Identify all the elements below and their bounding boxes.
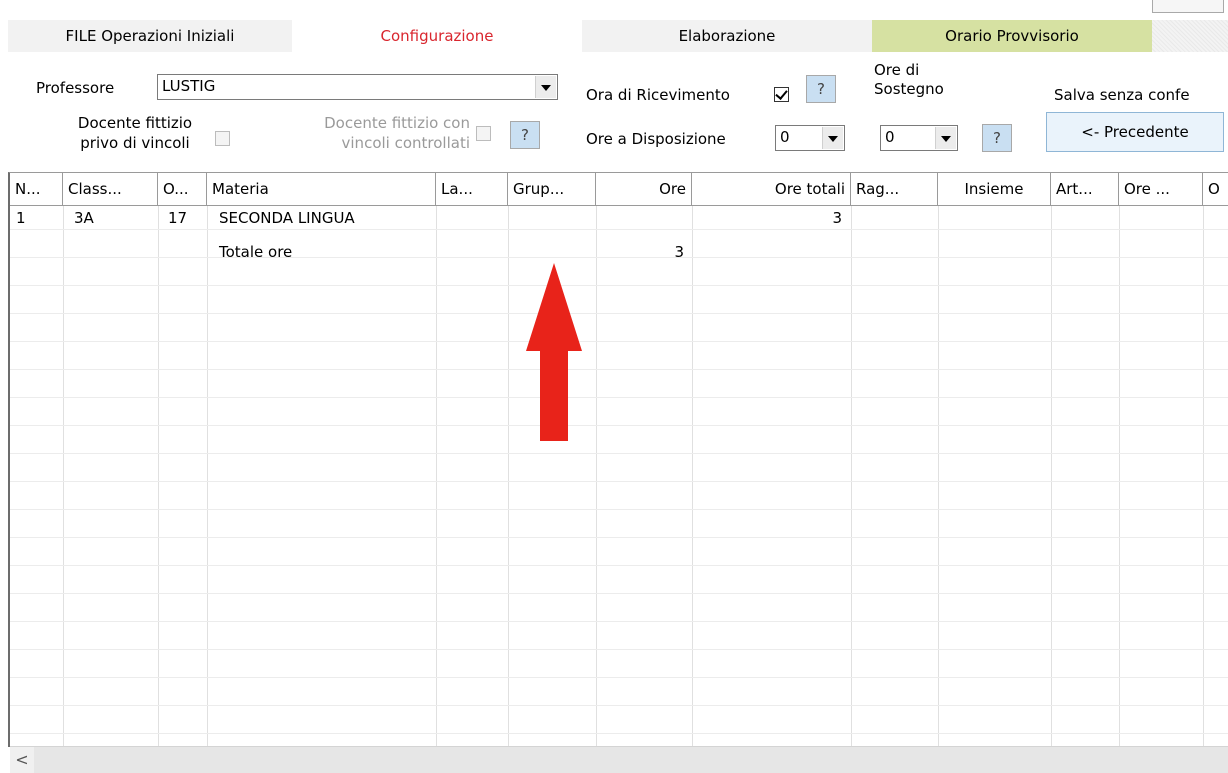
docente-fittizio-checkbox[interactable]	[215, 131, 230, 146]
grid-col-line	[1203, 206, 1204, 747]
col-header-la[interactable]: La...	[436, 173, 508, 205]
tab-orario-provvisorio[interactable]: Orario Provvisorio	[872, 20, 1152, 52]
help-button-ricevimento[interactable]: ?	[806, 75, 836, 103]
grid-header: N... Class... O... Materia La... Grup...…	[10, 173, 1228, 206]
ora-ricevimento-label: Ora di Ricevimento	[586, 86, 730, 104]
help-button-docente[interactable]: ?	[510, 121, 540, 149]
grid-row-line	[10, 621, 1228, 622]
tab-elaborazione[interactable]: Elaborazione	[582, 20, 872, 52]
grid-row-line	[10, 285, 1228, 286]
grid-row-line	[10, 481, 1228, 482]
check-icon	[775, 87, 788, 100]
col-header-materia[interactable]: Materia	[207, 173, 436, 205]
col-header-ore-totali[interactable]: Ore totali	[692, 173, 851, 205]
professore-label: Professore	[36, 79, 115, 97]
horizontal-scrollbar[interactable]: <	[10, 746, 1228, 773]
grid-col-line	[938, 206, 939, 747]
cell-materia-totale[interactable]: Totale ore	[219, 241, 292, 263]
grid-col-line	[436, 206, 437, 747]
grid-row-line	[10, 369, 1228, 370]
docente-fittizio-label: Docente fittizio privo di vincoli	[77, 114, 193, 152]
red-up-arrow-icon	[526, 263, 582, 441]
col-header-ore-more[interactable]: Ore ...	[1119, 173, 1203, 205]
professore-value: LUSTIG	[162, 77, 216, 95]
docente-fittizio-con-label: Docente fittizio con vincoli controllati	[324, 114, 470, 152]
grid-col-line	[692, 206, 693, 747]
cell-o[interactable]: 17	[168, 207, 187, 229]
grid-row-line	[10, 565, 1228, 566]
tab-file-operazioni[interactable]: FILE Operazioni Iniziali	[8, 20, 292, 52]
col-header-o[interactable]: O...	[158, 173, 207, 205]
grid-col-line	[508, 206, 509, 747]
subjects-grid[interactable]: N... Class... O... Materia La... Grup...…	[8, 172, 1228, 747]
grid-col-line	[1119, 206, 1120, 747]
grid-col-line	[596, 206, 597, 747]
cell-ore-totali[interactable]: 3	[692, 207, 842, 229]
grid-row-line	[10, 593, 1228, 594]
ore-sostegno-label: Ore di Sostegno	[874, 61, 944, 98]
professore-combo[interactable]: LUSTIG	[157, 74, 558, 100]
cell-classe[interactable]: 3A	[74, 207, 94, 229]
chevron-down-icon[interactable]	[822, 127, 843, 149]
grid-col-line	[158, 206, 159, 747]
col-header-n[interactable]: N...	[10, 173, 63, 205]
cell-ore-totale[interactable]: 3	[596, 241, 684, 263]
grid-col-line	[1051, 206, 1052, 747]
ore-disposizione-combo[interactable]: 0	[775, 125, 845, 151]
grid-row-line	[10, 649, 1228, 650]
cell-n[interactable]: 1	[16, 207, 26, 229]
ora-ricevimento-checkbox[interactable]	[774, 87, 789, 102]
col-header-gruppo[interactable]: Grup...	[508, 173, 596, 205]
ore-sostegno-combo[interactable]: 0	[880, 125, 958, 151]
grid-col-line	[63, 206, 64, 747]
col-header-rag[interactable]: Rag...	[851, 173, 938, 205]
grid-row-line	[10, 397, 1228, 398]
grid-row-line	[10, 229, 1228, 230]
ore-disposizione-label: Ore a Disposizione	[586, 130, 726, 148]
partial-top-button[interactable]	[1152, 0, 1224, 13]
grid-col-line	[207, 206, 208, 747]
grid-col-line	[851, 206, 852, 747]
chevron-down-icon[interactable]	[535, 76, 556, 98]
salva-senza-conferma-label[interactable]: Salva senza confe	[1054, 86, 1190, 104]
col-header-o-last[interactable]: O	[1203, 173, 1228, 205]
col-header-insieme[interactable]: Insieme	[938, 173, 1051, 205]
grid-row-line	[10, 425, 1228, 426]
window-left-edge	[0, 172, 8, 772]
grid-row-line	[10, 453, 1228, 454]
docente-fittizio-con-checkbox[interactable]	[476, 126, 491, 141]
grid-row-line	[10, 313, 1228, 314]
ore-sostegno-value: 0	[885, 128, 895, 146]
scroll-left-arrow-icon[interactable]: <	[10, 747, 34, 773]
help-button-sostegno[interactable]: ?	[982, 124, 1012, 152]
tab-strip-filler	[1152, 20, 1228, 52]
chevron-down-icon[interactable]	[935, 127, 956, 149]
grid-row-line	[10, 341, 1228, 342]
grid-row-line	[10, 677, 1228, 678]
grid-row-line	[10, 509, 1228, 510]
col-header-art[interactable]: Art...	[1051, 173, 1119, 205]
grid-row-line	[10, 537, 1228, 538]
cell-materia[interactable]: SECONDA LINGUA	[219, 207, 355, 229]
ore-disposizione-value: 0	[780, 128, 790, 146]
col-header-classe[interactable]: Class...	[63, 173, 158, 205]
grid-row-line	[10, 733, 1228, 734]
tab-configurazione[interactable]: Configurazione	[292, 20, 582, 52]
precedente-button[interactable]: <- Precedente	[1046, 112, 1224, 152]
col-header-ore[interactable]: Ore	[596, 173, 692, 205]
grid-row-line	[10, 705, 1228, 706]
